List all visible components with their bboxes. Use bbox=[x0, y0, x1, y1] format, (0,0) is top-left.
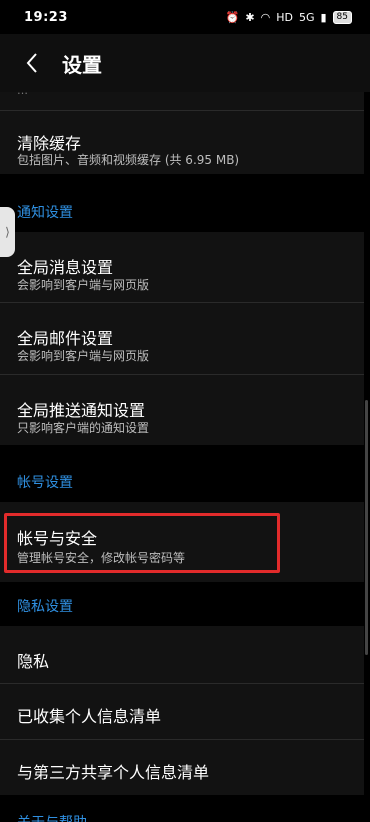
list-item-privacy[interactable]: 隐私 bbox=[0, 626, 364, 683]
settings-list[interactable]: … 清除缓存 包括图片、音频和视频缓存 (共 6.95 MB) 通知设置 全局消… bbox=[0, 92, 370, 822]
section-account: 帐号设置 bbox=[17, 475, 73, 491]
section-notify: 通知设置 bbox=[17, 205, 73, 221]
back-button[interactable] bbox=[10, 41, 54, 85]
global-mail-title: 全局邮件设置 bbox=[17, 329, 114, 348]
list-item-global-push[interactable]: 全局推送通知设置 只影响客户端的通知设置 bbox=[0, 375, 364, 445]
collected-info-title: 已收集个人信息清单 bbox=[17, 707, 162, 726]
list-item-cut[interactable]: … bbox=[0, 92, 364, 110]
cut-item-title: … bbox=[17, 92, 28, 97]
section-privacy: 隐私设置 bbox=[17, 599, 73, 615]
list-item-global-mail[interactable]: 全局邮件设置 会影响到客户端与网页版 bbox=[0, 303, 364, 374]
header-bar: 设置 bbox=[0, 34, 370, 92]
side-drawer-handle[interactable]: ⟩ bbox=[0, 207, 15, 257]
chevron-left-icon bbox=[26, 53, 37, 73]
global-push-subtitle: 只影响客户端的通知设置 bbox=[17, 421, 150, 435]
list-item-collected-info[interactable]: 已收集个人信息清单 bbox=[0, 684, 364, 739]
status-time: 19:23 bbox=[24, 9, 68, 25]
scrollbar[interactable] bbox=[365, 400, 368, 655]
global-mail-subtitle: 会影响到客户端与网页版 bbox=[17, 349, 150, 363]
list-item-third-party[interactable]: 与第三方共享个人信息清单 bbox=[0, 740, 364, 795]
battery-icon: 85 bbox=[332, 10, 352, 24]
global-message-subtitle: 会影响到客户端与网页版 bbox=[17, 278, 150, 292]
chevron-right-icon: ⟩ bbox=[5, 225, 10, 239]
highlight-box bbox=[4, 513, 280, 573]
list-item-global-message[interactable]: 全局消息设置 会影响到客户端与网页版 bbox=[0, 232, 364, 302]
signal-icon: ▮ bbox=[320, 10, 327, 24]
mute-icon: ✱ bbox=[245, 10, 255, 24]
hd-icon: HD bbox=[276, 10, 293, 24]
alarm-icon: ⏰ bbox=[225, 10, 240, 24]
status-icons: ⏰ ✱ ◠ HD 5G ▮ 85 bbox=[225, 10, 352, 24]
network-label: 5G bbox=[298, 10, 315, 24]
wifi-icon: ◠ bbox=[260, 10, 271, 24]
status-bar: 19:23 ⏰ ✱ ◠ HD 5G ▮ 85 bbox=[0, 0, 370, 34]
privacy-title: 隐私 bbox=[17, 652, 50, 671]
global-push-title: 全局推送通知设置 bbox=[17, 401, 146, 420]
list-item-clear-cache[interactable]: 清除缓存 包括图片、音频和视频缓存 (共 6.95 MB) bbox=[0, 111, 364, 174]
page-title: 设置 bbox=[62, 52, 102, 77]
clear-cache-subtitle: 包括图片、音频和视频缓存 (共 6.95 MB) bbox=[17, 153, 240, 167]
section-about: 关于与帮助 bbox=[17, 812, 87, 822]
third-party-title: 与第三方共享个人信息清单 bbox=[17, 763, 210, 782]
global-message-title: 全局消息设置 bbox=[17, 258, 114, 277]
